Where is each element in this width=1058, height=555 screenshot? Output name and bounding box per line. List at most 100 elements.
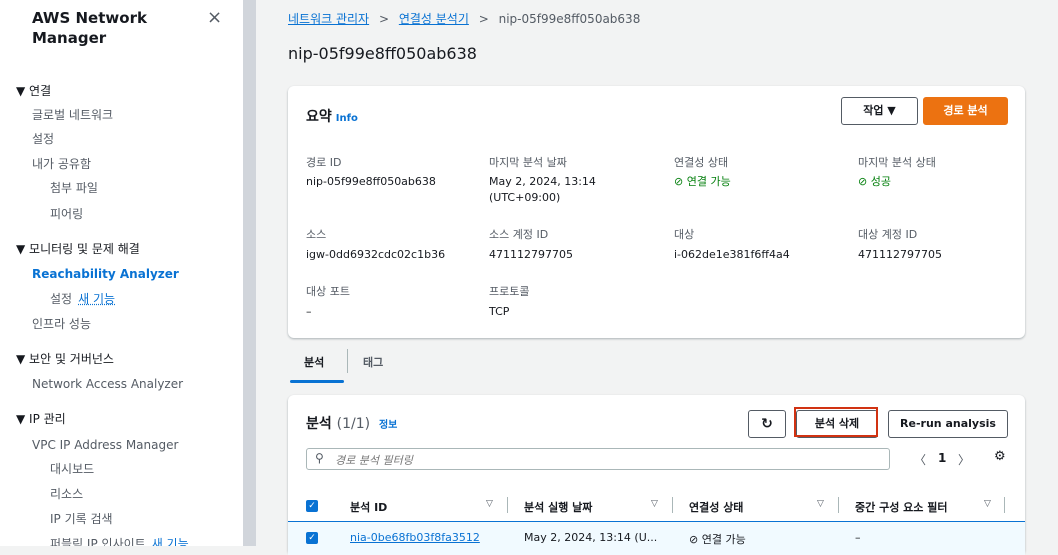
source-account-label: 소스 계정 ID — [489, 228, 549, 241]
sidebar-item-peering[interactable]: 피어링 — [50, 207, 83, 221]
sidebar-item-resources[interactable]: 리소스 — [50, 487, 83, 501]
side-navigation: AWS Network Manager × ▼ 연결 글로벌 네트워크 설정 내… — [0, 0, 243, 546]
analyses-count: (1/1) — [336, 416, 371, 432]
column-header-reachability[interactable]: 연결성 상태 — [689, 499, 743, 515]
sidebar-item-infrastructure-performance[interactable]: 인프라 성능 — [32, 317, 91, 331]
analyses-title: 분석 — [306, 416, 332, 432]
sidebar-item-attachments[interactable]: 첨부 파일 — [50, 181, 98, 195]
intermediate-filter-cell: – — [855, 531, 861, 544]
column-header-analysis-id[interactable]: 분석 ID — [350, 499, 387, 515]
breadcrumb-network-manager[interactable]: 네트워크 관리자 — [288, 12, 369, 26]
sidebar-item-ip-history[interactable]: IP 기록 검색 — [50, 512, 113, 526]
page-number[interactable]: 1 — [938, 451, 946, 465]
sidebar-item-vpc-ipam[interactable]: VPC IP Address Manager — [32, 438, 178, 452]
refresh-button[interactable]: ↻ — [748, 410, 786, 438]
check-circle-icon: ⊘ — [674, 175, 684, 188]
sidebar-item-public-ip-insights[interactable]: 퍼블릭 IP 인사이트 새 기능 — [50, 537, 189, 546]
destination-port-label: 대상 포트 — [306, 285, 350, 298]
reachability-cell-value: 연결 가능 — [701, 533, 746, 546]
breadcrumb-current: nip-05f99e8ff050ab638 — [498, 12, 641, 26]
last-analysis-status: ⊘ 성공 — [858, 174, 891, 189]
breadcrumb-reachability-analyzer[interactable]: 연결성 분석기 — [399, 12, 469, 26]
last-analysis-date-value: May 2, 2024, 13:14 — [489, 175, 596, 188]
sidebar-item-settings[interactable]: 설정 — [32, 132, 54, 146]
breadcrumb-separator: > — [478, 12, 489, 26]
protocol-value: TCP — [489, 305, 510, 318]
analyses-header: 분석 (1/1) 정보 — [306, 413, 397, 433]
source-label: 소스 — [306, 228, 327, 241]
sidebar-item-label: 설정 — [50, 292, 73, 306]
tab-analyses[interactable]: 분석 — [304, 354, 324, 370]
reachability-status: ⊘ 연결 가능 — [674, 174, 731, 189]
sort-icon[interactable]: ▽ — [486, 499, 493, 509]
actions-dropdown-button[interactable]: 작업 ▼ — [841, 97, 918, 125]
breadcrumb: 네트워크 관리자 > 연결성 분석기 > nip-05f99e8ff050ab6… — [288, 10, 640, 27]
reachability-cell: ⊘ 연결 가능 — [689, 531, 746, 547]
sidebar-item-shared-by-me[interactable]: 내가 공유함 — [32, 157, 91, 171]
column-divider[interactable] — [507, 497, 508, 513]
last-analysis-status-value: 성공 — [870, 175, 891, 188]
sidebar-section-connectivity[interactable]: ▼ 연결 — [16, 84, 51, 98]
analysis-id-link[interactable]: nia-0be68fb03f8fa3512 — [350, 531, 480, 544]
sidebar-item-reachability-settings[interactable]: 설정 새 기능 — [50, 292, 115, 306]
settings-icon[interactable]: ⚙ — [994, 449, 1006, 464]
sort-icon[interactable]: ▽ — [651, 499, 658, 509]
check-circle-icon: ⊘ — [689, 533, 699, 546]
sidebar-item-dashboard[interactable]: 대시보드 — [50, 462, 94, 476]
info-link[interactable]: 정보 — [379, 420, 397, 431]
info-link[interactable]: Info — [336, 113, 358, 124]
protocol-label: 프로토콜 — [489, 285, 530, 298]
filter-box: ⚲ — [306, 448, 890, 470]
source-value: igw-0dd6932cdc02c1b36 — [306, 248, 446, 261]
page-title: nip-05f99e8ff050ab638 — [288, 44, 477, 63]
sidebar-item-global-networks[interactable]: 글로벌 네트워크 — [32, 108, 113, 122]
sort-icon[interactable]: ▽ — [984, 499, 991, 509]
tab-tags[interactable]: 태그 — [363, 354, 383, 370]
reachability-status-label: 연결성 상태 — [674, 156, 729, 169]
summary-panel: 요약 Info 작업 ▼ 경로 분석 경로 ID nip-05f99e8ff050… — [288, 86, 1025, 338]
sidebar-item-network-access-analyzer[interactable]: Network Access Analyzer — [32, 377, 183, 391]
new-badge: 새 기능 — [151, 537, 189, 546]
sidebar-divider[interactable] — [243, 0, 256, 546]
new-badge: 새 기능 — [78, 292, 116, 306]
destination-port-value: – — [306, 305, 312, 318]
main-content: 네트워크 관리자 > 연결성 분석기 > nip-05f99e8ff050ab6… — [256, 0, 1058, 555]
column-header-intermediate-filter[interactable]: 중간 구성 요소 필터 — [855, 499, 947, 515]
tab-bar: 분석 태그 — [288, 338, 1025, 384]
source-account-value: 471112797705 — [489, 248, 573, 261]
analyze-path-button[interactable]: 경로 분석 — [923, 97, 1008, 125]
column-divider[interactable] — [672, 497, 673, 513]
destination-account-value: 471112797705 — [858, 248, 942, 261]
row-checkbox[interactable]: ✓ — [306, 532, 318, 544]
sidebar-section-monitoring[interactable]: ▼ 모니터링 및 문제 해결 — [16, 242, 140, 256]
sidebar-section-security[interactable]: ▼ 보안 및 거버넌스 — [16, 352, 114, 366]
analyses-panel: 분석 (1/1) 정보 ↻ 분석 삭제 Re-run analysis ⚲ 〈 … — [288, 395, 1025, 555]
column-divider[interactable] — [1004, 497, 1005, 513]
summary-header: 요약 Info — [306, 106, 358, 126]
filter-input[interactable] — [333, 450, 877, 470]
active-tab-indicator — [290, 380, 344, 383]
column-header-analysis-date[interactable]: 분석 실행 날짜 — [524, 499, 592, 515]
select-all-checkbox[interactable]: ✓ — [306, 500, 318, 512]
sidebar-title: AWS Network Manager — [32, 9, 147, 47]
search-icon: ⚲ — [315, 451, 324, 465]
reachability-status-value: 연결 가능 — [686, 175, 731, 188]
check-circle-icon: ⊘ — [858, 175, 868, 188]
path-id-value: nip-05f99e8ff050ab638 — [306, 175, 436, 188]
close-icon[interactable]: × — [207, 8, 222, 28]
previous-page-icon[interactable]: 〈 — [914, 451, 926, 468]
destination-label: 대상 — [674, 228, 695, 241]
sidebar-section-ip-management[interactable]: ▼ IP 관리 — [16, 412, 66, 426]
sort-icon[interactable]: ▽ — [817, 499, 824, 509]
next-page-icon[interactable]: 〉 — [958, 451, 970, 468]
rerun-analysis-button[interactable]: Re-run analysis — [888, 410, 1008, 438]
refresh-icon: ↻ — [761, 416, 773, 432]
analysis-date-cell: May 2, 2024, 13:14 (U... — [524, 531, 658, 544]
destination-value: i-062de1e381f6ff4a4 — [674, 248, 790, 261]
sidebar-item-label: 퍼블릭 IP 인사이트 — [50, 537, 146, 546]
delete-button-highlight — [794, 407, 878, 437]
tab-divider — [347, 349, 348, 373]
sidebar-item-reachability-analyzer[interactable]: Reachability Analyzer — [32, 267, 179, 281]
summary-title: 요약 — [306, 109, 332, 125]
column-divider[interactable] — [838, 497, 839, 513]
